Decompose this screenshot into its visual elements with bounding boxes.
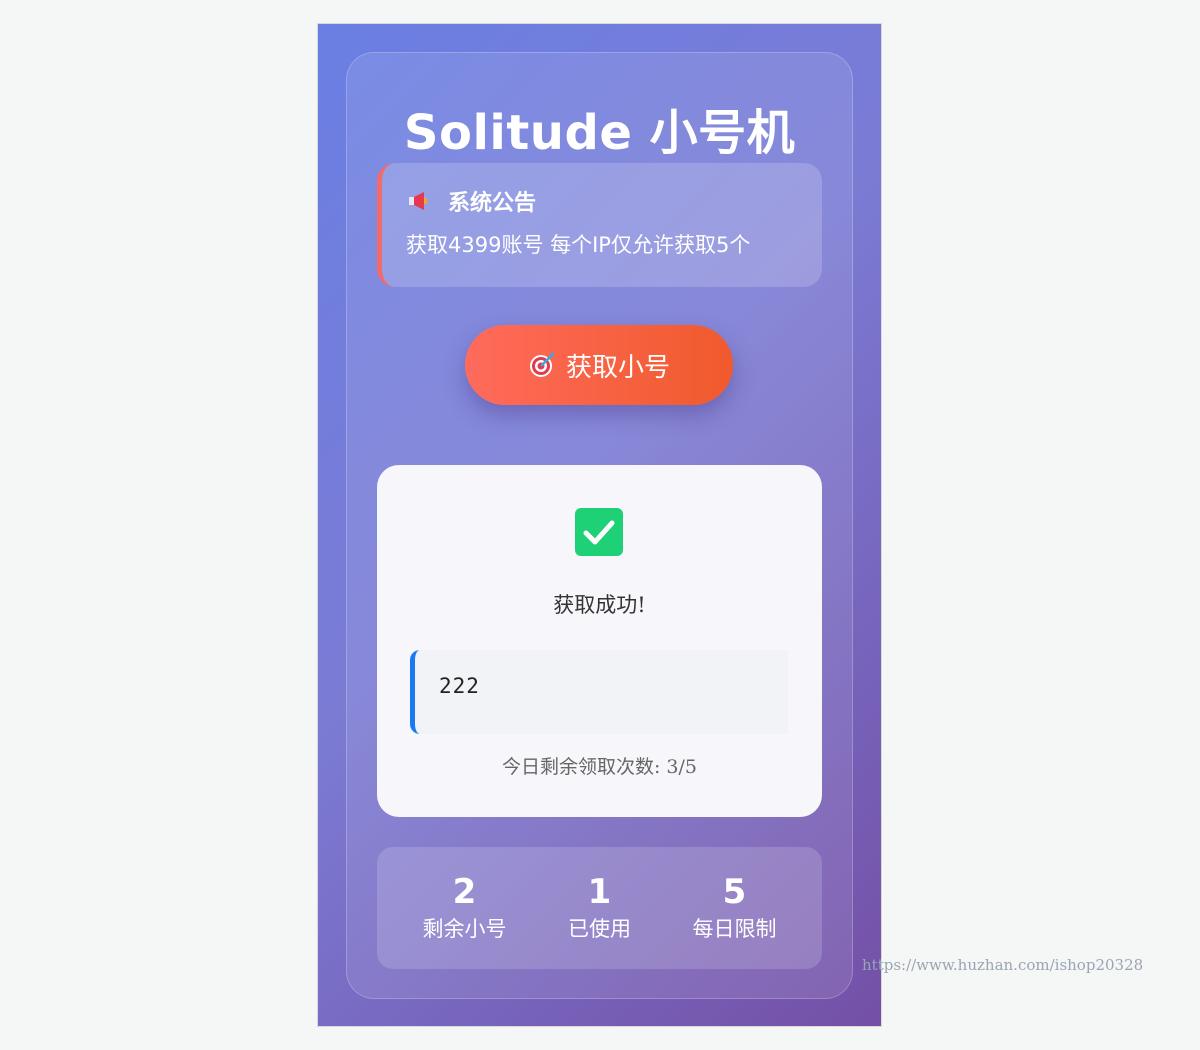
megaphone-icon — [406, 189, 430, 213]
notice-text: 获取4399账号 每个IP仅允许获取5个 — [406, 233, 751, 257]
stat-value: 5 — [722, 872, 747, 912]
watermark: https://www.huzhan.com/ishop20328 — [862, 956, 1144, 974]
app-viewport: Solitude 小号机 系统公告 获取4399账号 每个IP仅允许获取5个 获… — [318, 24, 881, 1026]
get-account-button[interactable]: 获取小号 — [465, 325, 733, 405]
stat-label: 剩余小号 — [422, 917, 507, 941]
main-card: Solitude 小号机 系统公告 获取4399账号 每个IP仅允许获取5个 获… — [346, 52, 853, 999]
success-message: 获取成功! — [553, 593, 646, 617]
stat-used: 1 已使用 — [540, 847, 660, 969]
result-card: 获取成功! 222 今日剩余领取次数: 3/5 — [377, 465, 822, 817]
stat-value: 1 — [587, 872, 612, 912]
get-account-label: 获取小号 — [565, 352, 670, 383]
remaining-count-text: 今日剩余领取次数: 3/5 — [501, 756, 698, 778]
stat-value: 2 — [452, 872, 477, 912]
check-icon — [575, 508, 623, 556]
target-icon — [528, 351, 556, 379]
stat-daily-limit: 5 每日限制 — [675, 847, 795, 969]
stat-label: 每日限制 — [692, 917, 777, 941]
page-title: Solitude 小号机 — [403, 105, 796, 161]
notice-heading: 系统公告 — [448, 191, 537, 216]
stat-remaining: 2 剩余小号 — [405, 847, 525, 969]
stat-label: 已使用 — [568, 917, 631, 941]
system-notice: 系统公告 获取4399账号 每个IP仅允许获取5个 — [377, 163, 822, 287]
account-value[interactable]: 222 — [410, 650, 788, 734]
stats-panel: 2 剩余小号 1 已使用 5 每日限制 — [377, 847, 822, 969]
notice-header: 系统公告 — [406, 181, 822, 221]
